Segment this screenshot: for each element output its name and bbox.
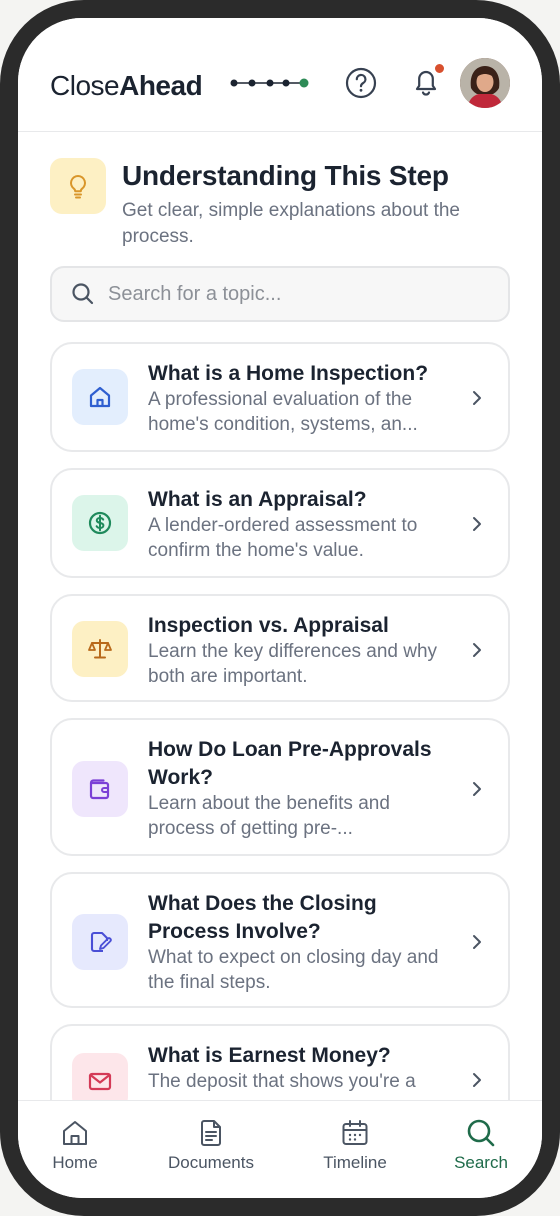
help-icon[interactable] bbox=[344, 66, 378, 100]
app-header: CloseAhead bbox=[18, 18, 542, 132]
topic-search-bar[interactable] bbox=[50, 266, 510, 322]
page-subtitle: Get clear, simple explanations about the… bbox=[122, 200, 460, 247]
search-icon bbox=[467, 1119, 495, 1147]
topic-card[interactable]: What is a Home Inspection? A professiona… bbox=[50, 342, 510, 452]
topic-title: What is a Home Inspection? bbox=[148, 362, 429, 385]
nav-label-timeline: Timeline bbox=[323, 1153, 387, 1172]
chevron-right-icon bbox=[473, 391, 481, 405]
avatar-portrait-icon bbox=[460, 58, 510, 108]
mail-icon bbox=[88, 1072, 112, 1091]
calendar-icon bbox=[342, 1120, 368, 1145]
dollar-icon bbox=[88, 511, 112, 535]
app-screen: CloseAhead Understanding This Step Get c… bbox=[18, 18, 542, 1198]
topic-description: What to expect on closing day and the fi… bbox=[148, 947, 439, 993]
nav-item-home[interactable]: Home bbox=[20, 1117, 130, 1173]
topic-title: What Does the Closing Process Involve? bbox=[148, 892, 377, 943]
topic-icon-tile bbox=[72, 495, 128, 551]
document-pen-icon bbox=[90, 931, 112, 953]
section-icon-tile bbox=[50, 158, 106, 214]
wallet-icon bbox=[89, 779, 110, 800]
document-icon bbox=[201, 1120, 221, 1146]
nav-item-timeline[interactable]: Timeline bbox=[300, 1117, 410, 1173]
nav-label-home: Home bbox=[52, 1153, 98, 1172]
nav-label-search: Search bbox=[454, 1153, 508, 1172]
nav-item-search[interactable]: Search bbox=[426, 1117, 536, 1173]
nav-item-documents[interactable]: Documents bbox=[156, 1117, 266, 1173]
bottom-nav: Home Documents Timeline Search bbox=[18, 1100, 542, 1198]
topic-description: Learn the key differences and why both a… bbox=[148, 641, 438, 687]
device-frame: CloseAhead Understanding This Step Get c… bbox=[0, 0, 560, 1216]
progress-steps-indicator bbox=[230, 78, 309, 88]
chevron-right-icon bbox=[473, 1073, 481, 1087]
home-icon bbox=[63, 1121, 87, 1145]
chevron-right-icon bbox=[473, 782, 481, 796]
topic-title: Inspection vs. Appraisal bbox=[148, 614, 389, 637]
chevron-right-icon bbox=[473, 517, 481, 531]
brand-logo[interactable]: CloseAhead bbox=[50, 70, 203, 102]
notification-dot bbox=[434, 63, 445, 74]
brand-part-1: Close bbox=[50, 70, 120, 101]
topic-title: How Do Loan Pre-Approvals Work? bbox=[148, 738, 432, 789]
topic-description: A lender-ordered assessment to confirm t… bbox=[148, 515, 418, 561]
chevron-right-icon bbox=[473, 935, 481, 949]
topic-description: Learn about the benefits and process of … bbox=[148, 793, 390, 839]
search-input[interactable] bbox=[108, 282, 488, 306]
chevron-right-icon bbox=[473, 643, 481, 657]
topic-card[interactable]: What Does the Closing Process Involve? W… bbox=[50, 872, 510, 1008]
topic-title: What is an Appraisal? bbox=[148, 488, 367, 511]
topic-description: A professional evaluation of the home's … bbox=[148, 389, 418, 435]
scale-icon bbox=[88, 639, 112, 659]
topic-icon-tile bbox=[72, 621, 128, 677]
lightbulb-icon bbox=[70, 175, 86, 199]
topic-card[interactable]: Inspection vs. Appraisal Learn the key d… bbox=[50, 594, 510, 702]
topic-title: What is Earnest Money? bbox=[148, 1044, 391, 1067]
search-icon bbox=[72, 283, 94, 305]
topic-icon-tile bbox=[72, 914, 128, 970]
topic-card[interactable]: What is an Appraisal? A lender-ordered a… bbox=[50, 468, 510, 578]
nav-label-documents: Documents bbox=[168, 1153, 254, 1172]
user-avatar[interactable] bbox=[460, 58, 510, 108]
brand-part-2: Ahead bbox=[119, 70, 203, 101]
topic-icon-tile bbox=[72, 369, 128, 425]
home-icon bbox=[89, 386, 111, 408]
topic-icon-tile bbox=[72, 761, 128, 817]
page-title: Understanding This Step bbox=[122, 160, 449, 191]
topic-card[interactable]: How Do Loan Pre-Approvals Work? Learn ab… bbox=[50, 718, 510, 856]
